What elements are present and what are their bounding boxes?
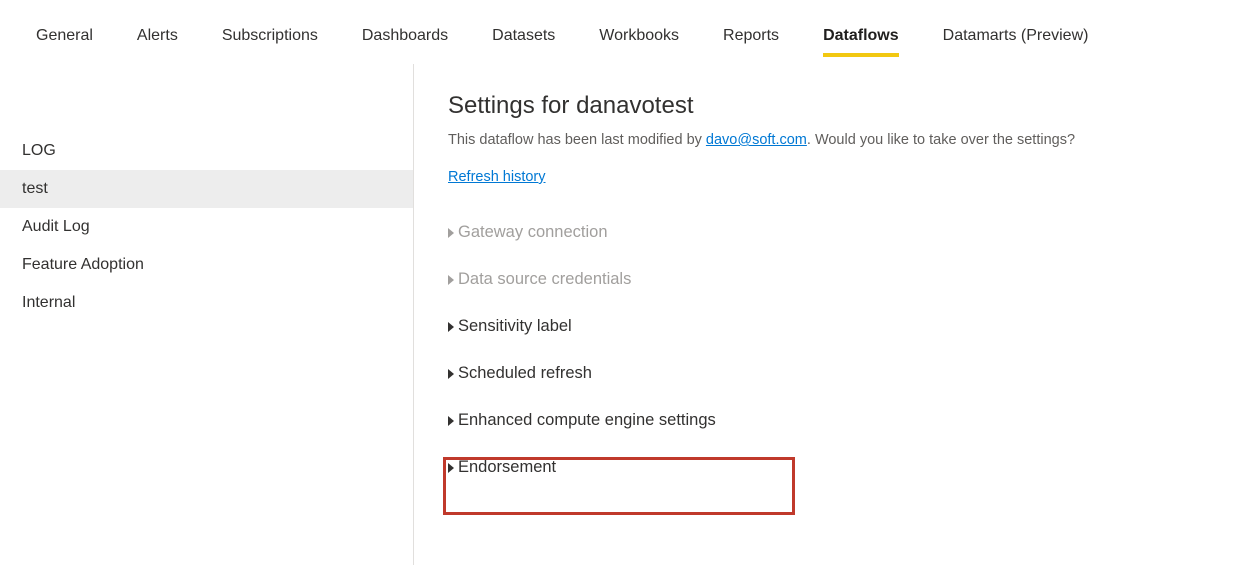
tab-datamarts[interactable]: Datamarts (Preview) [943,9,1089,59]
settings-accordion: Gateway connection Data source credentia… [448,209,1252,491]
chevron-right-icon [448,228,454,238]
section-data-source-credentials: Data source credentials [448,256,1252,303]
body-layout: LOG test Audit Log Feature Adoption Inte… [0,64,1252,565]
section-endorsement[interactable]: Endorsement [448,444,1252,491]
tab-general[interactable]: General [36,9,93,59]
sidebar-item-feature-adoption[interactable]: Feature Adoption [0,246,413,284]
sidebar-item-audit-log[interactable]: Audit Log [0,208,413,246]
tab-reports[interactable]: Reports [723,9,779,59]
tab-label: Dataflows [823,27,899,44]
tab-label: Datamarts (Preview) [943,27,1089,44]
chevron-right-icon [448,322,454,332]
section-label: Gateway connection [458,223,608,242]
subtitle-suffix: . Would you like to take over the settin… [807,132,1075,148]
tab-label: Alerts [137,27,178,44]
tab-label: Reports [723,27,779,44]
tab-datasets[interactable]: Datasets [492,9,555,59]
sidebar-item-internal[interactable]: Internal [0,284,413,322]
tab-workbooks[interactable]: Workbooks [599,9,679,59]
sidebar-item-label: Audit Log [22,218,90,235]
tab-label: Datasets [492,27,555,44]
chevron-right-icon [448,275,454,285]
tab-label: Subscriptions [222,27,318,44]
sidebar-item-label: Internal [22,294,75,311]
section-scheduled-refresh[interactable]: Scheduled refresh [448,350,1252,397]
sidebar-item-label: Feature Adoption [22,256,144,273]
refresh-history-link[interactable]: Refresh history [448,169,546,185]
sidebar-item-test[interactable]: test [0,170,413,208]
sidebar-item-label: test [22,180,48,197]
sidebar-item-log[interactable]: LOG [0,132,413,170]
section-enhanced-compute-engine[interactable]: Enhanced compute engine settings [448,397,1252,444]
tab-dataflows[interactable]: Dataflows [823,9,899,59]
section-label: Sensitivity label [458,317,572,336]
main-panel: Settings for danavotest This dataflow ha… [414,64,1252,565]
chevron-right-icon [448,416,454,426]
tab-label: Dashboards [362,27,448,44]
tab-label: Workbooks [599,27,679,44]
page-title: Settings for danavotest [448,92,1252,120]
modified-by-email-link[interactable]: davo@soft.com [706,132,807,148]
section-label: Enhanced compute engine settings [458,411,716,430]
chevron-right-icon [448,369,454,379]
tab-alerts[interactable]: Alerts [137,9,178,59]
subtitle-prefix: This dataflow has been last modified by [448,132,706,148]
section-sensitivity-label[interactable]: Sensitivity label [448,303,1252,350]
top-tabs: General Alerts Subscriptions Dashboards … [0,0,1252,64]
tab-subscriptions[interactable]: Subscriptions [222,9,318,59]
sidebar: LOG test Audit Log Feature Adoption Inte… [0,64,414,565]
tab-label: General [36,27,93,44]
section-label: Scheduled refresh [458,364,592,383]
section-label: Endorsement [458,458,556,477]
sidebar-item-label: LOG [22,142,56,159]
chevron-right-icon [448,463,454,473]
section-gateway-connection: Gateway connection [448,209,1252,256]
subtitle: This dataflow has been last modified by … [448,132,1252,148]
section-label: Data source credentials [458,270,631,289]
tab-dashboards[interactable]: Dashboards [362,9,448,59]
